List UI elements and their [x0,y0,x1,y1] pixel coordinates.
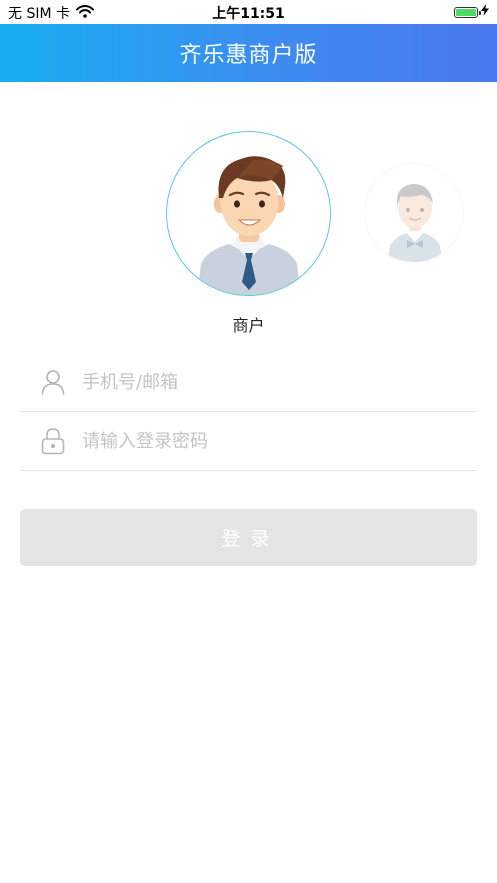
lock-icon [40,428,66,455]
password-input[interactable] [80,429,444,453]
status-bar: 无 SIM 卡 上午11:51 [0,0,497,24]
merchant-avatar-icon [197,156,301,295]
battery-icon [454,6,481,18]
staff-avatar[interactable] [364,163,464,263]
user-icon [40,369,66,395]
login-button[interactable]: 登录 [20,509,477,566]
charging-icon [481,4,489,20]
status-time: 上午11:51 [212,6,285,22]
staff-avatar-icon [387,184,443,262]
nav-bar: 齐乐惠商户版 [0,24,497,82]
account-field[interactable] [20,353,477,412]
status-right [454,4,489,20]
account-input[interactable] [80,370,444,394]
selected-role-label: 商户 [232,316,265,335]
merchant-avatar[interactable] [166,131,331,296]
battery-fill [456,8,476,16]
password-field[interactable] [20,412,477,471]
page-title: 齐乐惠商户版 [179,43,318,68]
